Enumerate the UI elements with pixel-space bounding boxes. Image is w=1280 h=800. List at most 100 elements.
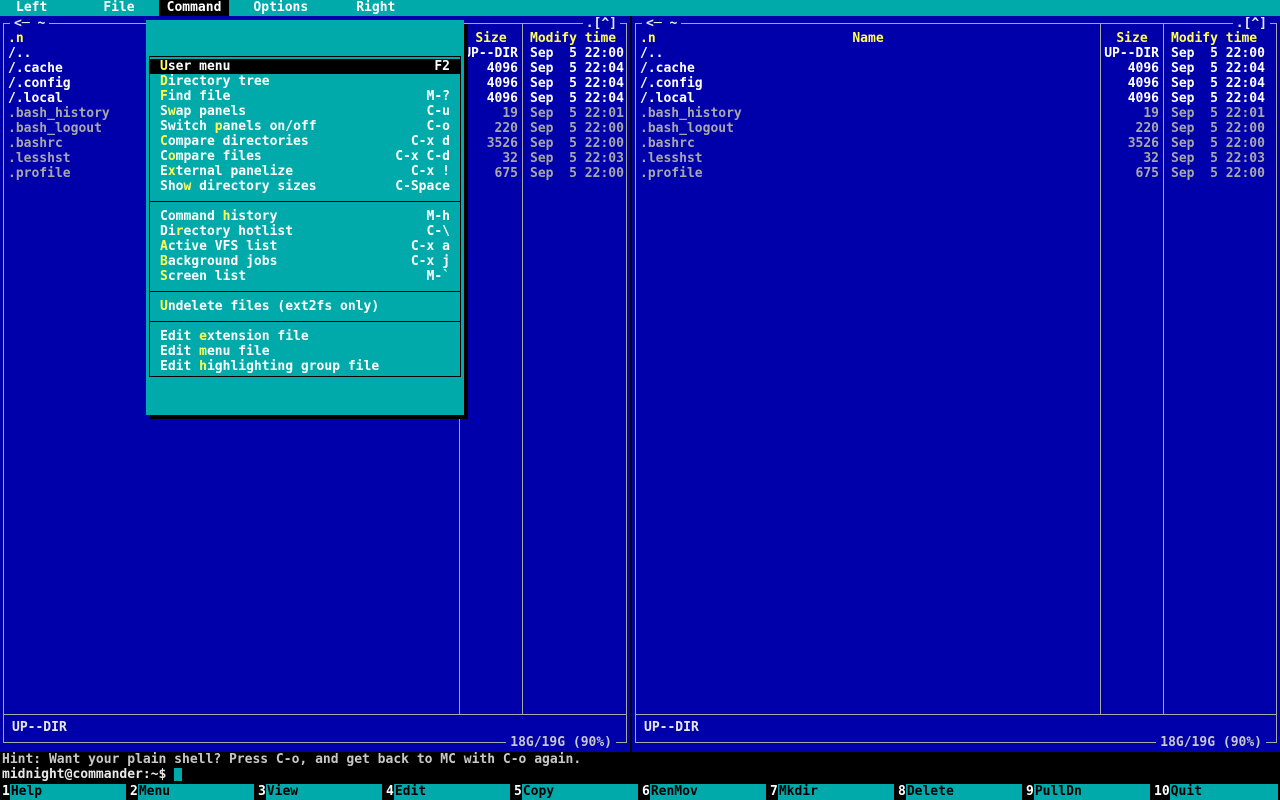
menu-item-shortcut: C-x d xyxy=(410,134,450,149)
menu-item-compare-files[interactable]: Compare files C-x C-d xyxy=(150,149,460,164)
menu-item-label-post: xtension file xyxy=(206,329,309,344)
file-name: .profile xyxy=(8,166,71,181)
menu-item-edit-extension-file[interactable]: Edit extension file xyxy=(150,329,460,344)
menu-item-switch-panels-on-off[interactable]: Switch panels on/off C-o xyxy=(150,119,460,134)
menu-item-hotkey-letter: S xyxy=(160,269,168,284)
fkey-help[interactable]: 1 Help xyxy=(0,784,128,800)
menubar-item-left[interactable]: Left xyxy=(8,0,55,16)
menubar-item-options[interactable]: Options xyxy=(245,0,316,16)
menu-item-background-jobs[interactable]: Background jobs C-x j xyxy=(150,254,460,269)
file-mtime: Sep 5 22:04 xyxy=(530,61,624,76)
panel-history-control[interactable]: .[^] xyxy=(582,16,620,31)
menu-item-label-pre: Edit xyxy=(160,359,200,374)
fkey-number: 1 xyxy=(0,784,10,800)
menu-item-edit-menu-file[interactable]: Edit menu file xyxy=(150,344,460,359)
file-name: /.local xyxy=(8,91,63,106)
file-size: 19 xyxy=(1143,106,1159,121)
terminal-cursor xyxy=(174,768,183,781)
column-header-mtime[interactable]: Modify time xyxy=(530,31,616,46)
menu-item-label-post: ser menu xyxy=(167,59,231,74)
mini-status-divider xyxy=(4,714,626,715)
menu-item-screen-list[interactable]: Screen list M-` xyxy=(150,269,460,284)
menu-item-shortcut: C-x a xyxy=(410,239,450,254)
menu-item-label-pre: Edit xyxy=(160,329,200,344)
file-size: 220 xyxy=(1135,121,1159,136)
fkey-number: 6 xyxy=(640,784,650,800)
menu-item-shortcut: M-` xyxy=(426,269,450,284)
menu-item-shortcut: C-x j xyxy=(410,254,450,269)
menu-item-label-pre: E xyxy=(160,164,168,179)
menubar-item-right[interactable]: Right xyxy=(348,0,403,16)
panel-path[interactable]: <─ ~ xyxy=(10,16,50,31)
file-mtime: Sep 5 22:04 xyxy=(1171,61,1265,76)
file-name: /.config xyxy=(8,76,71,91)
fkey-mkdir[interactable]: 7 Mkdir xyxy=(768,784,896,800)
file-row[interactable]: .bashrc 3526 Sep 5 22:00 xyxy=(636,136,1276,151)
fkey-view[interactable]: 3 View xyxy=(256,784,384,800)
menu-item-directory-hotlist[interactable]: Directory hotlist C-\ xyxy=(150,224,460,239)
fkey-edit[interactable]: 4 Edit xyxy=(384,784,512,800)
fkey-copy[interactable]: 5 Copy xyxy=(512,784,640,800)
menu-item-find-file[interactable]: Find file M-? xyxy=(150,89,460,104)
menu-item-user-menu[interactable]: User menu F2 xyxy=(150,59,460,74)
file-size: UP--DIR xyxy=(1104,46,1159,61)
panel-history-control[interactable]: .[^] xyxy=(1232,16,1270,31)
fkey-quit[interactable]: 10 Quit xyxy=(1152,784,1280,800)
panel-path[interactable]: <─ ~ xyxy=(642,16,682,31)
menu-item-show-directory-sizes[interactable]: Show directory sizes C-Space xyxy=(150,179,460,194)
menu-item-label-post: ndelete files (ext2fs only) xyxy=(167,299,380,314)
fkey-number: 3 xyxy=(256,784,266,800)
free-space: 18G/19G (90%) xyxy=(1156,735,1266,750)
file-name: /.. xyxy=(640,46,664,61)
fkey-number: 10 xyxy=(1152,784,1170,800)
file-row[interactable]: /.local 4096 Sep 5 22:04 xyxy=(636,91,1276,106)
column-header-name[interactable]: Name xyxy=(636,31,1100,46)
menu-item-label-post: ap panels xyxy=(175,104,247,119)
file-name: .profile xyxy=(640,166,703,181)
menu-item-active-vfs-list[interactable]: Active VFS list C-x a xyxy=(150,239,460,254)
file-row[interactable]: /.. UP--DIR Sep 5 22:00 xyxy=(636,46,1276,61)
fkey-delete[interactable]: 8 Delete xyxy=(896,784,1024,800)
menu-item-undelete-files-ext2fs-only[interactable]: Undelete files (ext2fs only) xyxy=(150,299,460,314)
fkey-label: Mkdir xyxy=(777,784,894,800)
menu-item-shortcut: F2 xyxy=(434,59,450,74)
file-row[interactable]: .profile 675 Sep 5 22:00 xyxy=(636,166,1276,181)
command-line[interactable]: midnight@commander:~$ xyxy=(2,767,183,782)
fkey-menu[interactable]: 2 Menu xyxy=(128,784,256,800)
menu-item-label-pre: Command xyxy=(160,209,223,224)
menu-item-label-pre: Switch xyxy=(160,119,215,134)
menu-item-compare-directories[interactable]: Compare directories C-x d xyxy=(150,134,460,149)
menu-item-swap-panels[interactable]: Swap panels C-u xyxy=(150,104,460,119)
fkey-number: 9 xyxy=(1024,784,1034,800)
file-row[interactable]: .bash_logout 220 Sep 5 22:00 xyxy=(636,121,1276,136)
column-header-size[interactable]: Size xyxy=(1101,31,1163,46)
fkey-label: Quit xyxy=(1169,784,1278,800)
menu-item-hotkey-letter: B xyxy=(160,254,168,269)
fkey-number: 2 xyxy=(128,784,138,800)
fkey-label: View xyxy=(265,784,382,800)
menu-item-directory-tree[interactable]: Directory tree xyxy=(150,74,460,89)
menubar-item-command[interactable]: Command xyxy=(158,0,230,16)
menu-item-external-panelize[interactable]: External panelize C-x ! xyxy=(150,164,460,179)
menubar-item-file[interactable]: File xyxy=(95,0,142,16)
menu-item-label-post: ompare directories xyxy=(167,134,309,149)
menu-item-hotkey-letter: C xyxy=(160,134,168,149)
file-size: 32 xyxy=(1143,151,1159,166)
file-row[interactable]: .lesshst 32 Sep 5 22:03 xyxy=(636,151,1276,166)
file-row[interactable]: .bash_history 19 Sep 5 22:01 xyxy=(636,106,1276,121)
file-name: /.cache xyxy=(640,61,695,76)
column-header-mtime[interactable]: Modify time xyxy=(1171,31,1257,46)
file-size: 4096 xyxy=(1127,61,1159,76)
menu-item-shortcut: C-x ! xyxy=(410,164,450,179)
column-header-size[interactable]: Size xyxy=(460,31,522,46)
mini-status: UP--DIR xyxy=(12,720,67,735)
fkey-pulldn[interactable]: 9 PullDn xyxy=(1024,784,1152,800)
file-row[interactable]: /.config 4096 Sep 5 22:04 xyxy=(636,76,1276,91)
fkey-renmov[interactable]: 6 RenMov xyxy=(640,784,768,800)
menu-item-hotkey-letter: U xyxy=(160,299,168,314)
menu-item-command-history[interactable]: Command history M-h xyxy=(150,209,460,224)
menu-item-hotkey-letter: p xyxy=(214,119,223,134)
file-mtime: Sep 5 22:00 xyxy=(1171,121,1265,136)
file-row[interactable]: /.cache 4096 Sep 5 22:04 xyxy=(636,61,1276,76)
menu-item-edit-highlighting-group-file[interactable]: Edit highlighting group file xyxy=(150,359,460,374)
